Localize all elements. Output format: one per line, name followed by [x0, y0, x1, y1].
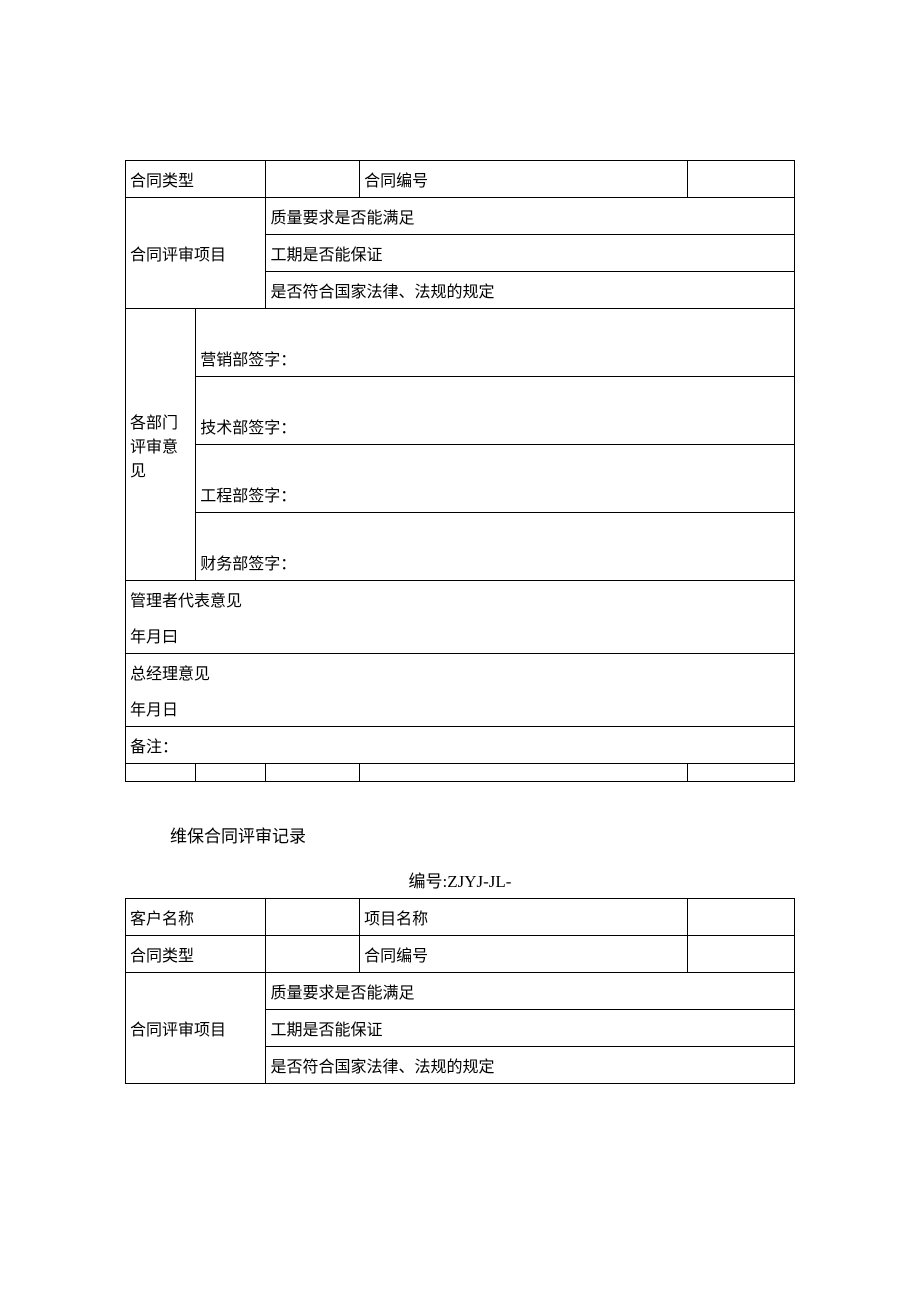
remark-label: 备注：: [126, 727, 795, 764]
review-items-label: 合同评审项目: [126, 198, 266, 309]
contract-review-table-2: 客户名称 项目名称 合同类型 合同编号 合同评审项目 质量要求是否能满足 工期是…: [125, 898, 795, 1084]
contract-type-label: 合同类型: [126, 161, 266, 198]
contract-type-value: [266, 161, 360, 198]
empty-cell: [126, 764, 196, 782]
section-title: 维保合同评审记录: [125, 822, 795, 847]
contract-number-value: [687, 161, 794, 198]
review-item-schedule: 工期是否能保证: [266, 235, 795, 272]
customer-name-value: [266, 899, 360, 936]
finance-sign: 财务部签字：: [196, 513, 795, 581]
manager-opinion: 管理者代表意见: [126, 581, 795, 618]
gm-opinion: 总经理意见: [126, 654, 795, 691]
customer-name-label: 客户名称: [126, 899, 266, 936]
engineering-sign: 工程部签字：: [196, 445, 795, 513]
empty-cell: [266, 764, 360, 782]
t2-review-item-law: 是否符合国家法律、法规的规定: [266, 1047, 795, 1084]
contract-number-label: 合同编号: [360, 161, 688, 198]
gm-opinion-date: 年月日: [126, 690, 795, 727]
contract-review-table-1: 合同类型 合同编号 合同评审项目 质量要求是否能满足 工期是否能保证 是否符合国…: [125, 160, 795, 782]
t2-review-item-schedule: 工期是否能保证: [266, 1010, 795, 1047]
dept-opinion-label: 各部门评审意见: [126, 309, 196, 581]
t2-contract-number-value: [687, 936, 794, 973]
empty-cell: [360, 764, 688, 782]
marketing-sign: 营销部签字：: [196, 309, 795, 377]
doc-number: 编号:ZJYJ-JL-: [125, 867, 795, 892]
project-name-label: 项目名称: [360, 899, 688, 936]
t2-contract-type-label: 合同类型: [126, 936, 266, 973]
empty-cell: [687, 764, 794, 782]
review-item-law: 是否符合国家法律、法规的规定: [266, 272, 795, 309]
t2-contract-number-label: 合同编号: [360, 936, 688, 973]
t2-review-item-quality: 质量要求是否能满足: [266, 973, 795, 1010]
t2-review-items-label: 合同评审项目: [126, 973, 266, 1084]
manager-opinion-date: 年月曰: [126, 617, 795, 654]
t2-contract-type-value: [266, 936, 360, 973]
tech-sign: 技术部签字：: [196, 377, 795, 445]
project-name-value: [687, 899, 794, 936]
review-item-quality: 质量要求是否能满足: [266, 198, 795, 235]
empty-cell: [196, 764, 266, 782]
